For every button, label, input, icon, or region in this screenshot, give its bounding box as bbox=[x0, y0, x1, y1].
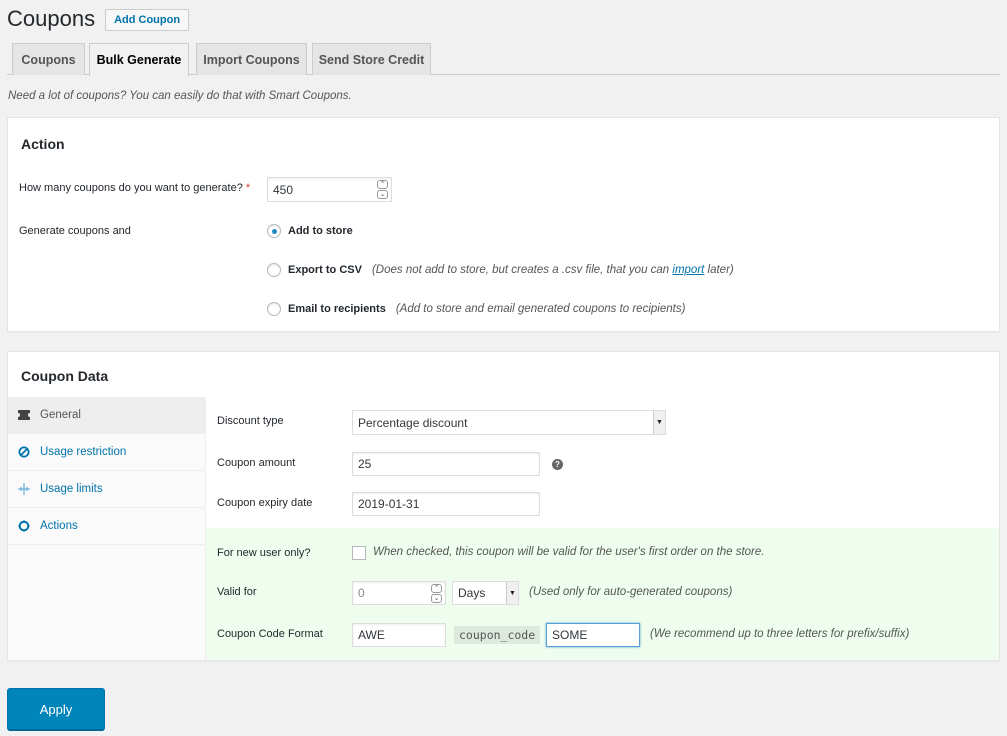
sidebar-item-actions[interactable]: Actions bbox=[8, 508, 205, 545]
sidebar-item-usage-limits[interactable]: Usage limits bbox=[8, 471, 205, 508]
quantity-spinner[interactable]: ⌃ ⌄ bbox=[377, 180, 388, 199]
spin-up-icon[interactable]: ⌃ bbox=[431, 584, 442, 593]
valid-for-label: Valid for bbox=[217, 586, 257, 598]
limits-icon bbox=[18, 483, 30, 495]
action-panel: Action How many coupons do you want to g… bbox=[7, 117, 1000, 332]
spin-down-icon[interactable]: ⌄ bbox=[377, 190, 388, 199]
tab-send-store-credit[interactable]: Send Store Credit bbox=[312, 43, 431, 75]
required-mark: * bbox=[245, 182, 251, 194]
valid-for-spinner[interactable]: ⌃ ⌄ bbox=[431, 584, 442, 603]
tab-coupons[interactable]: Coupons bbox=[12, 43, 85, 75]
tab-bulk-generate[interactable]: Bulk Generate bbox=[89, 43, 189, 76]
valid-for-unit-select[interactable]: Days ▼ bbox=[452, 581, 519, 605]
page-title: Coupons bbox=[7, 6, 96, 31]
chevron-down-icon: ▼ bbox=[506, 582, 518, 604]
apply-button[interactable]: Apply bbox=[7, 688, 105, 731]
code-format-note: (We recommend up to three letters for pr… bbox=[650, 628, 910, 640]
coupon-amount-input[interactable]: 25 bbox=[352, 452, 540, 476]
new-user-description: When checked, this coupon will be valid … bbox=[373, 546, 765, 558]
expiry-date-label: Coupon expiry date bbox=[217, 497, 313, 509]
tab-import-coupons[interactable]: Import Coupons bbox=[196, 43, 307, 75]
option-label: Export to CSV bbox=[288, 264, 362, 276]
tagline: Need a lot of coupons? You can easily do… bbox=[8, 90, 352, 102]
tab-bar: Coupons Bulk Generate Import Coupons Sen… bbox=[7, 42, 1000, 76]
coupon-amount-label: Coupon amount bbox=[217, 457, 296, 469]
spin-up-icon[interactable]: ⌃ bbox=[377, 180, 388, 189]
generate-label: Generate coupons and bbox=[19, 225, 131, 237]
option-add-to-store[interactable]: Add to store bbox=[267, 224, 353, 238]
ticket-icon bbox=[18, 409, 30, 421]
quantity-label: How many coupons do you want to generate… bbox=[19, 182, 251, 194]
coupon-code-placeholder: coupon_code bbox=[454, 626, 541, 644]
valid-for-input[interactable]: 0 ⌃ ⌄ bbox=[352, 581, 446, 605]
sidebar-item-usage-restriction[interactable]: Usage restriction bbox=[8, 434, 205, 471]
option-description: (Add to store and email generated coupon… bbox=[395, 303, 686, 315]
add-coupon-button[interactable]: Add Coupon bbox=[105, 9, 190, 31]
option-email-recipients[interactable]: Email to recipients (Add to store and em… bbox=[267, 302, 685, 316]
option-label: Email to recipients bbox=[288, 303, 386, 315]
radio-email-recipients[interactable] bbox=[267, 302, 281, 316]
import-link[interactable]: import bbox=[672, 264, 704, 276]
prefix-input[interactable]: AWE bbox=[352, 623, 446, 647]
discount-type-label: Discount type bbox=[217, 415, 284, 427]
new-user-checkbox[interactable] bbox=[352, 546, 366, 560]
help-icon[interactable]: ? bbox=[552, 459, 563, 470]
code-format-label: Coupon Code Format bbox=[217, 628, 323, 640]
option-description: (Does not add to store, but creates a .c… bbox=[371, 264, 734, 276]
coupon-data-sidebar: General Usage restriction Usage limits A… bbox=[8, 397, 206, 660]
option-export-csv[interactable]: Export to CSV (Does not add to store, bu… bbox=[267, 263, 734, 277]
spin-down-icon[interactable]: ⌄ bbox=[431, 594, 442, 603]
sidebar-item-general[interactable]: General bbox=[8, 397, 205, 434]
coupon-data-title: Coupon Data bbox=[21, 368, 109, 384]
page-header: Coupons Add Coupon bbox=[7, 6, 190, 32]
radio-selected-dot bbox=[271, 228, 277, 234]
discount-type-select[interactable]: Percentage discount ▼ bbox=[352, 410, 666, 435]
option-label: Add to store bbox=[288, 225, 353, 237]
coupon-data-panel: Coupon Data General Usage restriction Us… bbox=[7, 351, 1000, 661]
suffix-input[interactable]: SOME bbox=[546, 623, 640, 647]
action-title: Action bbox=[21, 136, 65, 152]
gear-icon bbox=[18, 520, 30, 532]
new-user-label: For new user only? bbox=[217, 547, 311, 559]
radio-export-csv[interactable] bbox=[267, 263, 281, 277]
quantity-input[interactable]: 450 ⌃ ⌄ bbox=[267, 177, 392, 202]
coupon-general-fields: Discount type Percentage discount ▼ Coup… bbox=[206, 397, 999, 660]
block-icon bbox=[18, 446, 30, 458]
valid-for-note: (Used only for auto-generated coupons) bbox=[529, 586, 733, 598]
radio-add-to-store[interactable] bbox=[267, 224, 281, 238]
chevron-down-icon: ▼ bbox=[653, 411, 665, 434]
expiry-date-input[interactable]: 2019-01-31 bbox=[352, 492, 540, 516]
